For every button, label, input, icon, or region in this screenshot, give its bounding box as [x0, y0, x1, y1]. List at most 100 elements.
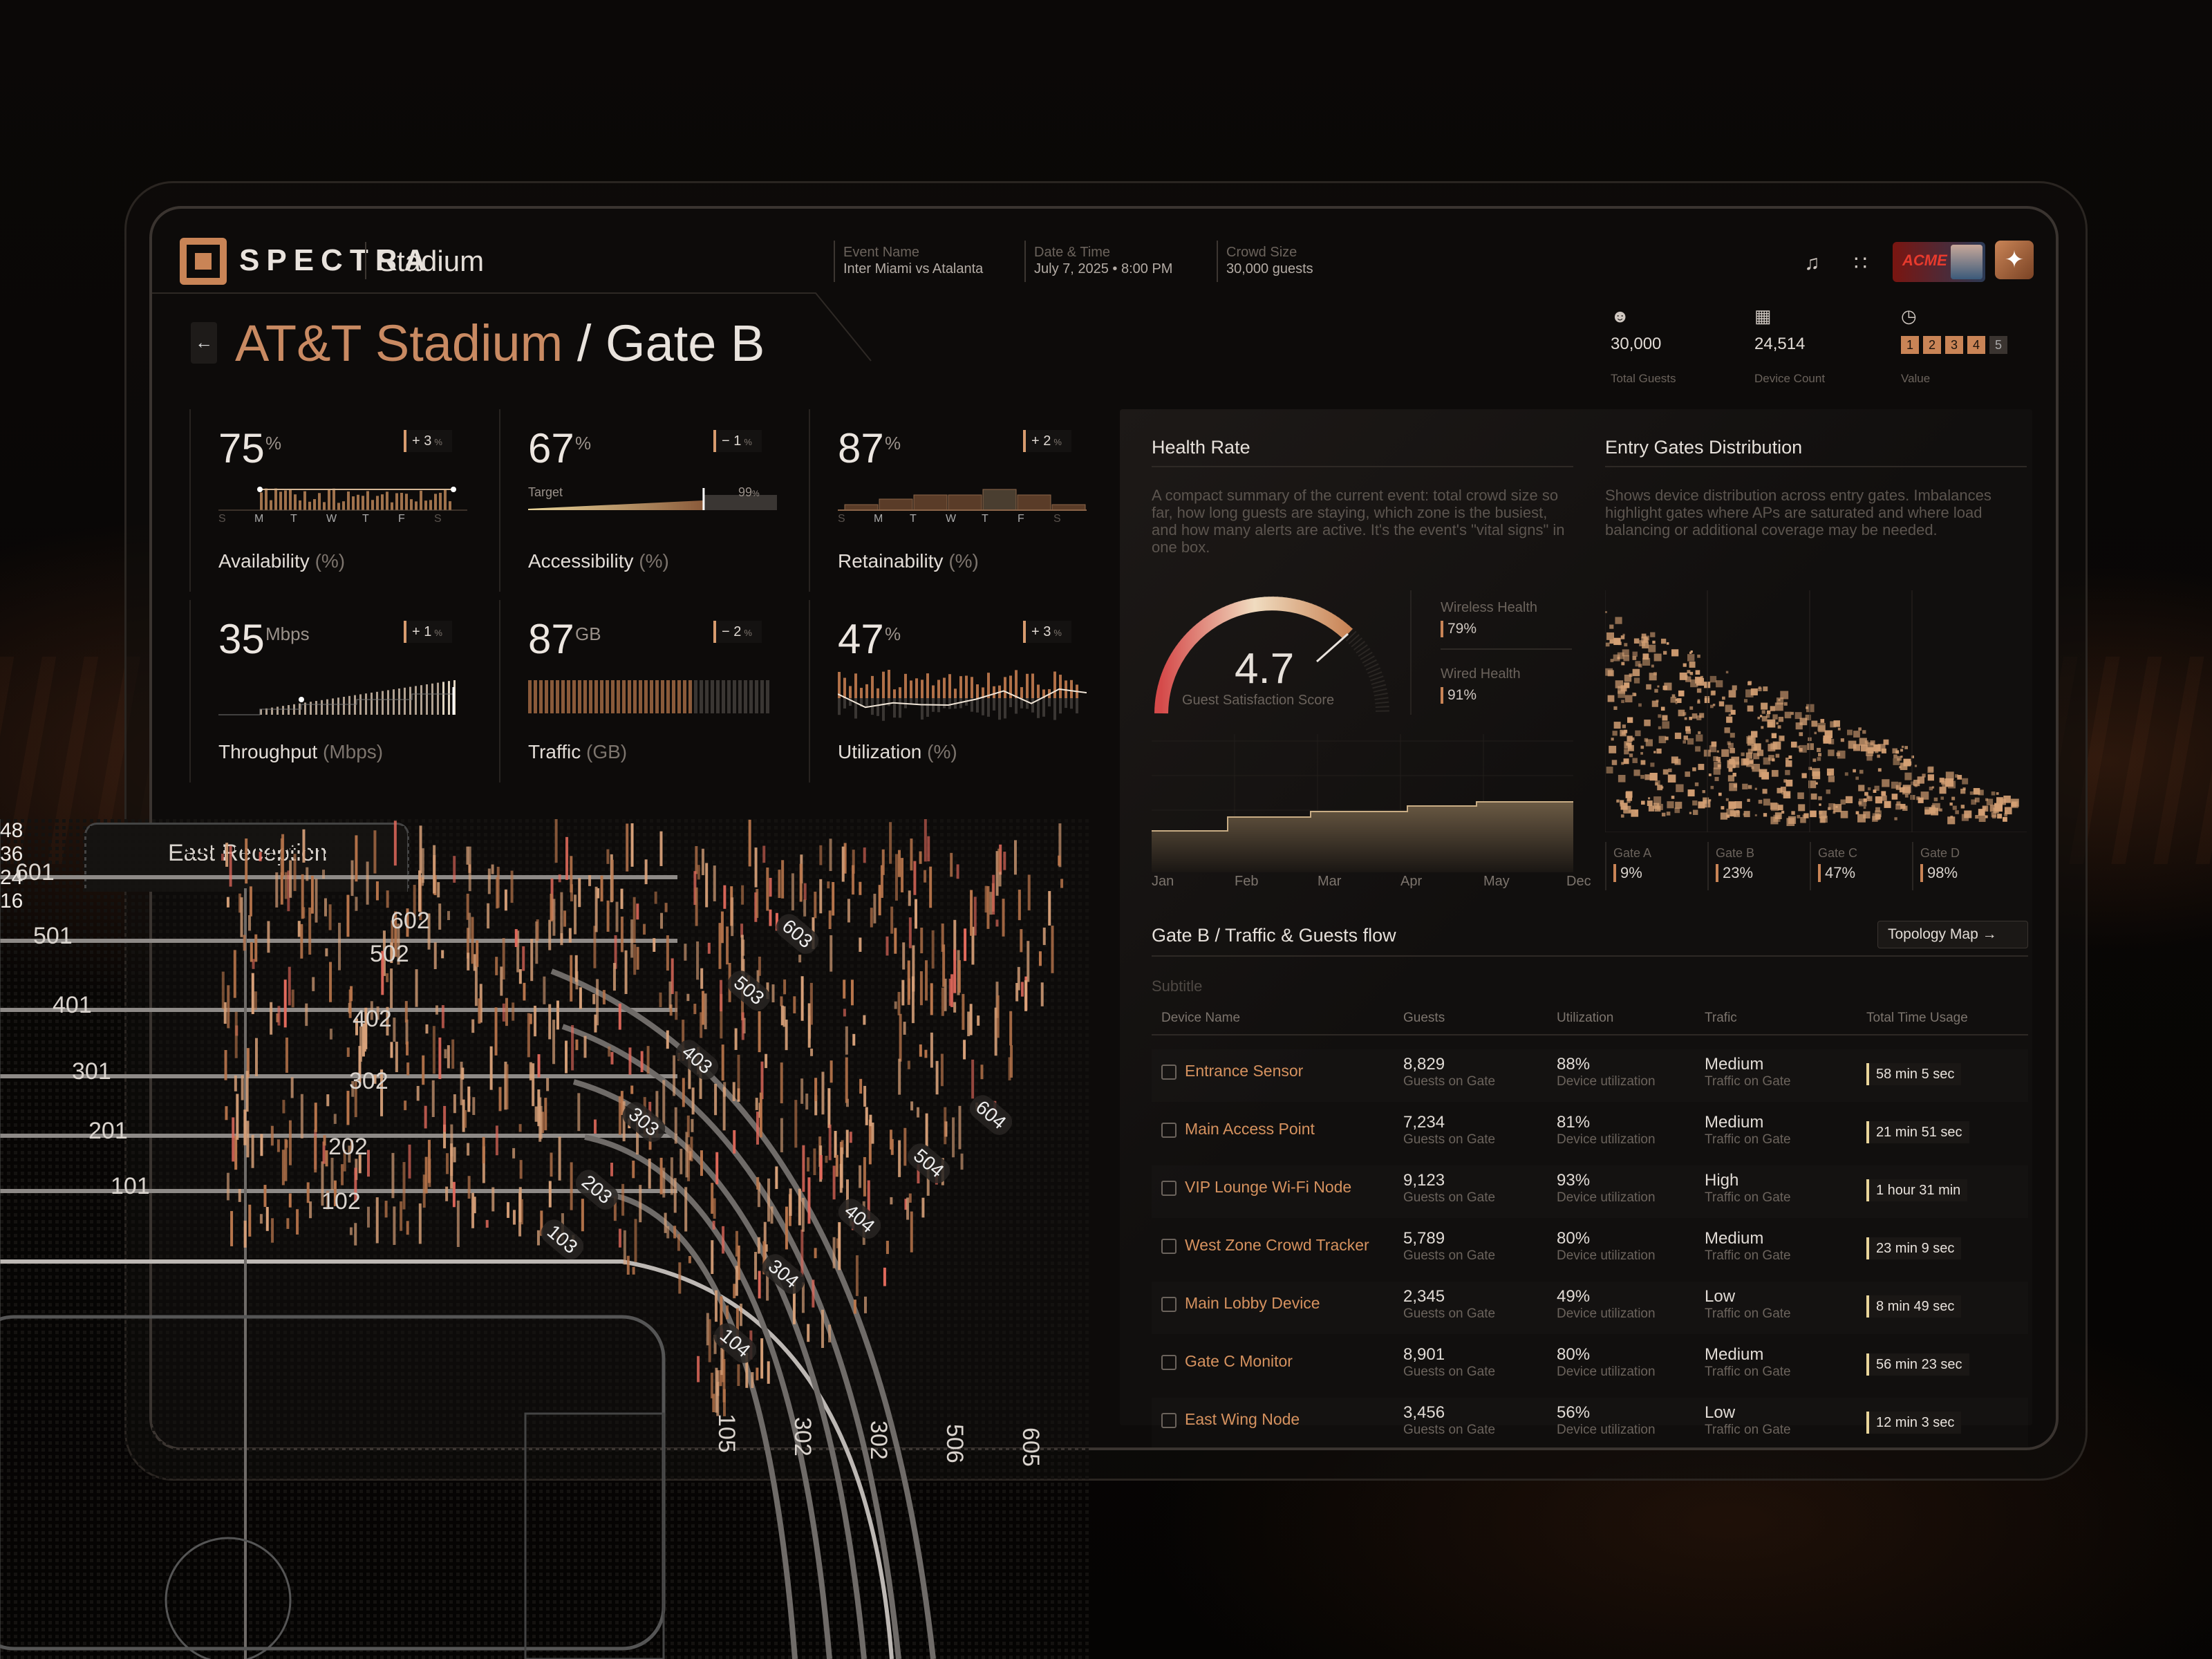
kpi-sparkline: [218, 487, 467, 511]
cell-subtext: Traffic on Gate: [1705, 1423, 1791, 1438]
row-expand-icon[interactable]: [1161, 1181, 1177, 1196]
kpi-delta-unit: %: [1053, 628, 1062, 638]
row-expand-icon[interactable]: [1161, 1123, 1177, 1138]
kpi-card[interactable]: 67% − 1% Accessibility (%) Target 99%: [499, 409, 803, 592]
kpi-card[interactable]: 35 Mbps + 1% Throughput (Mbps): [189, 600, 494, 782]
back-button[interactable]: ←: [191, 322, 217, 364]
weekday-label: S: [1053, 513, 1061, 525]
device-count-label: Device Count: [1754, 372, 1825, 386]
cell-value: Medium: [1705, 1229, 1763, 1248]
kpi-card[interactable]: 87% + 2% Retainability (%) S M T W T F S: [809, 409, 1113, 592]
cell-value: 81%: [1557, 1113, 1590, 1132]
divider: [1441, 648, 1572, 650]
value-scale-step[interactable]: 1: [1901, 336, 1919, 354]
row-expand-icon[interactable]: [1161, 1297, 1177, 1312]
cell-value: Medium: [1705, 1113, 1763, 1132]
table-row[interactable]: Gate C Monitor 8,901 Guests on Gate 80% Devi…: [1152, 1340, 2028, 1392]
table-row[interactable]: East Wing Node 3,456 Guests on Gate 56% Devi…: [1152, 1398, 2028, 1447]
cell-subtext: Guests on Gate: [1403, 1306, 1495, 1322]
value-scale-step[interactable]: 4: [1967, 336, 1985, 354]
table-row[interactable]: West Zone Crowd Tracker 5,789 Guests on Ga…: [1152, 1224, 2028, 1276]
health-trend-chart: [1152, 734, 1573, 872]
satisfaction-score: 4.7: [1235, 644, 1294, 693]
gate-legend-item[interactable]: Gate A 9%: [1605, 842, 1702, 890]
section-label: 604: [965, 1090, 1017, 1140]
kpi-unit: GB: [575, 624, 601, 645]
guests-icon: ☻: [1611, 306, 1629, 327]
table-row[interactable]: VIP Lounge Wi-Fi Node 9,123 Guests on Gate…: [1152, 1165, 2028, 1218]
device-name[interactable]: East Wing Node: [1185, 1410, 1300, 1429]
device-name[interactable]: Main Access Point: [1185, 1120, 1315, 1138]
gate-legend-item[interactable]: Gate C 47%: [1810, 842, 1906, 890]
ai-sparkle-icon[interactable]: ✦: [1995, 241, 2034, 279]
date-value: July 7, 2025 • 8:00 PM: [1034, 261, 1172, 277]
kpi-label-unit: (GB): [586, 741, 627, 762]
weekday-label: T: [910, 513, 917, 525]
gate-legend-item[interactable]: Gate D 98%: [1912, 842, 2009, 890]
row-expand-icon[interactable]: [1161, 1239, 1177, 1254]
device-name[interactable]: Gate C Monitor: [1185, 1352, 1293, 1371]
event-label: Event Name: [843, 245, 919, 261]
device-name[interactable]: VIP Lounge Wi-Fi Node: [1185, 1178, 1351, 1197]
weekday-label: F: [1018, 513, 1024, 525]
kpi-label-unit: (%): [948, 550, 979, 572]
kpi-delta-badge: + 1%: [404, 621, 452, 643]
weekday-label: T: [290, 513, 297, 525]
gate-name: Gate B: [606, 315, 765, 372]
topology-map-button[interactable]: Topology Map →: [1877, 921, 2028, 948]
kpi-label-text: Throughput: [218, 741, 323, 762]
gate-legend-item[interactable]: Gate B 23%: [1707, 842, 1804, 890]
target-number: 99: [738, 485, 752, 499]
kpi-delta: − 1: [722, 433, 741, 449]
kpi-value: 87: [838, 424, 884, 472]
kpi-card[interactable]: 75% + 3% Availability (%) S M T W T F S: [189, 409, 494, 592]
kpi-value: 87: [528, 615, 574, 663]
cell-subtext: Traffic on Gate: [1705, 1074, 1791, 1089]
month-axis: Jan Feb Mar Apr May Dec: [1152, 874, 1591, 894]
kpi-card[interactable]: 47% + 3% Utilization (%): [809, 600, 1113, 782]
table-title: Gate B / Traffic & Guests flow: [1152, 925, 1396, 946]
table-header-cell: Guests: [1403, 1011, 1445, 1026]
apps-grid-icon[interactable]: ∷: [1854, 252, 1867, 276]
value-scale-step[interactable]: 2: [1923, 336, 1941, 354]
table-row[interactable]: Main Lobby Device 2,345 Guests on Gate 49% D…: [1152, 1282, 2028, 1334]
month-label: Dec: [1566, 874, 1591, 890]
bell-icon[interactable]: ♫: [1804, 252, 1820, 275]
date-label: Date & Time: [1034, 245, 1110, 261]
section-labels: 601 501 401 301 201 101 602 502 402 302 202 102 603 5…: [0, 819, 1089, 1659]
cell-value: Medium: [1705, 1055, 1763, 1074]
weekday-label: M: [254, 513, 263, 525]
kpi-value: 75: [218, 424, 265, 472]
aisle-number: 48: [0, 819, 1089, 843]
row-expand-icon[interactable]: [1161, 1355, 1177, 1370]
kpi-card[interactable]: 87 GB − 2% Traffic (GB): [499, 600, 803, 782]
section-label: 603: [771, 909, 823, 959]
value-scale-step[interactable]: 5: [1989, 336, 2007, 354]
table-row[interactable]: Entrance Sensor 8,829 Guests on Gate 88% Dev…: [1152, 1049, 2028, 1102]
weekday-label: S: [434, 513, 442, 525]
cell-subtext: Guests on Gate: [1403, 1248, 1495, 1264]
stadium-heat-map[interactable]: 601 501 401 301 201 101 602 502 402 302 202 102 603 5…: [0, 819, 1089, 1659]
weekday-axis: SMTWTFS: [838, 513, 1087, 527]
aisle-number: 36: [0, 843, 1089, 866]
kpi-label-text: Availability: [218, 550, 315, 572]
kpi-label-unit: (Mbps): [323, 741, 383, 762]
value-scale-step[interactable]: 3: [1945, 336, 1963, 354]
table-row[interactable]: Main Access Point 7,234 Guests on Gate 81% D…: [1152, 1107, 2028, 1160]
kpi-unit: %: [265, 433, 281, 454]
kpi-delta: + 1: [412, 624, 431, 639]
row-expand-icon[interactable]: [1161, 1065, 1177, 1080]
row-expand-icon[interactable]: [1161, 1413, 1177, 1428]
cell-value: Low: [1705, 1287, 1735, 1306]
month-label: Apr: [1400, 874, 1422, 890]
section-label: 504: [903, 1138, 955, 1188]
user-avatar[interactable]: [1951, 245, 1983, 279]
gauge-icon: ◷: [1901, 306, 1917, 327]
device-name[interactable]: West Zone Crowd Tracker: [1185, 1236, 1369, 1255]
device-name[interactable]: Entrance Sensor: [1185, 1062, 1303, 1080]
title-separator: /: [577, 315, 592, 372]
kpi-label-text: Accessibility: [528, 550, 639, 572]
gate-name: Gate B: [1716, 846, 1754, 861]
device-name[interactable]: Main Lobby Device: [1185, 1294, 1320, 1313]
gate-legend: Gate A 9% Gate B 23% Gate C 47% Gate D 98%: [1605, 842, 2027, 890]
